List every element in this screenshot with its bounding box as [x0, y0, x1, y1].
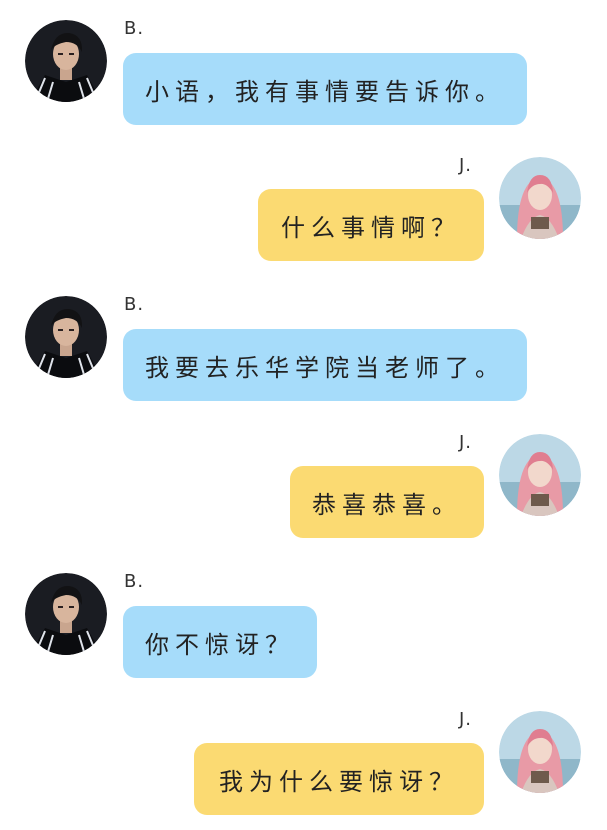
- sender-name: J.: [459, 155, 473, 176]
- sender-name: B.: [124, 18, 145, 39]
- girl-avatar-icon: [499, 157, 581, 239]
- message-bubble[interactable]: 我要去乐华学院当老师了。: [123, 329, 527, 401]
- chat-message: B. 我要去乐华学院当老师了。: [0, 294, 607, 416]
- message-bubble[interactable]: 什么事情啊？: [258, 189, 484, 261]
- girl-avatar-icon: [499, 711, 581, 793]
- boy-avatar-icon: [25, 573, 107, 655]
- message-bubble[interactable]: 你不惊讶？: [123, 606, 317, 678]
- chat-message: J. 什么事情啊？: [0, 155, 607, 277]
- sender-j-avatar[interactable]: [499, 711, 581, 793]
- boy-avatar-icon: [25, 296, 107, 378]
- sender-j-avatar[interactable]: [499, 157, 581, 239]
- message-bubble[interactable]: 小语，我有事情要告诉你。: [123, 53, 527, 125]
- girl-avatar-icon: [499, 434, 581, 516]
- chat-message: J. 恭喜恭喜。: [0, 432, 607, 554]
- message-bubble[interactable]: 恭喜恭喜。: [290, 466, 484, 538]
- chat-message: J. 我为什么要惊讶？: [0, 709, 607, 830]
- sender-b-avatar[interactable]: [25, 296, 107, 378]
- sender-name: J.: [459, 432, 473, 453]
- sender-name: J.: [459, 709, 473, 730]
- sender-j-avatar[interactable]: [499, 434, 581, 516]
- sender-name: B.: [124, 571, 145, 592]
- chat-message: B. 你不惊讶？: [0, 571, 607, 693]
- sender-b-avatar[interactable]: [25, 573, 107, 655]
- sender-name: B.: [124, 294, 145, 315]
- message-bubble[interactable]: 我为什么要惊讶？: [194, 743, 484, 815]
- sender-b-avatar[interactable]: [25, 20, 107, 102]
- boy-avatar-icon: [25, 20, 107, 102]
- chat-message: B. 小语，我有事情要告诉你。: [0, 18, 607, 140]
